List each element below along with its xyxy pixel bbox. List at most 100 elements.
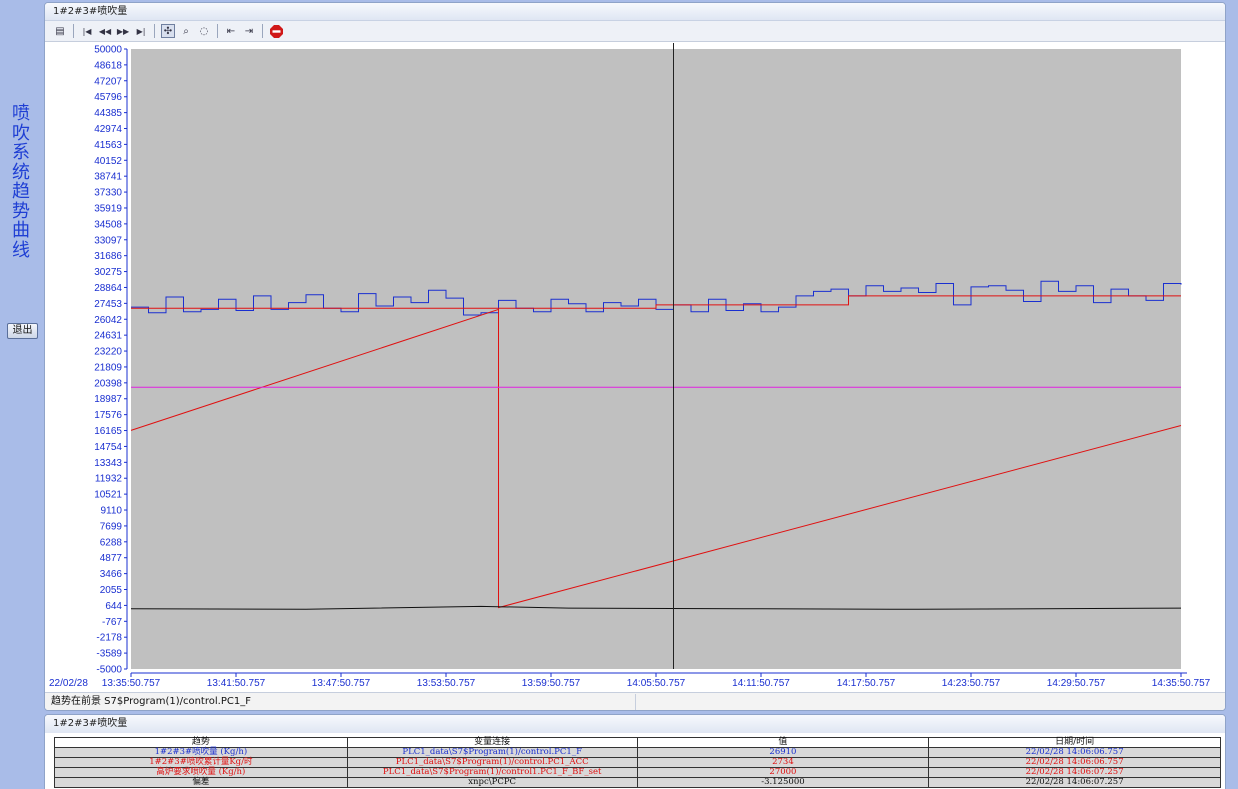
- cell-datetime: 22/02/28 14:06:07.257: [928, 777, 1221, 788]
- y-tick-label: 9110: [100, 506, 122, 517]
- side-title-char: 线: [12, 239, 30, 261]
- header-trend: 趋势: [54, 737, 348, 748]
- reset-zoom-icon[interactable]: ◌: [197, 24, 211, 38]
- forward-icon[interactable]: ▶▶: [116, 24, 130, 38]
- x-tick-label: 13:41:50.757: [207, 678, 266, 689]
- y-tick-label: 35919: [94, 203, 122, 214]
- status-divider: [635, 694, 636, 710]
- cell-value: 2734: [636, 757, 930, 768]
- side-title-char: 系: [12, 142, 30, 163]
- y-tick-label: 31686: [94, 251, 122, 262]
- side-title-char: 势: [12, 200, 30, 222]
- exit-button[interactable]: 退出: [7, 323, 38, 339]
- last-icon[interactable]: ▶|: [134, 24, 148, 38]
- first-icon[interactable]: |◀: [80, 24, 94, 38]
- y-tick-label: 20398: [94, 378, 122, 389]
- x-tick-label: 14:05:50.757: [627, 678, 686, 689]
- y-tick-label: 3466: [100, 569, 123, 580]
- y-tick-label: 27453: [94, 299, 122, 310]
- move-left-icon[interactable]: ⇤: [224, 24, 238, 38]
- y-tick-label: 37330: [94, 188, 122, 199]
- status-text: 趋势在前景 S7$Program(1)/control.PC1_F: [51, 696, 251, 707]
- y-tick-label: 33097: [94, 235, 122, 246]
- y-tick-label: 23220: [94, 347, 122, 358]
- header-value: 值: [636, 737, 930, 748]
- toolbar-separator: [73, 24, 74, 38]
- status-bar: 趋势在前景 S7$Program(1)/control.PC1_F: [45, 692, 1225, 710]
- y-tick-label: 17576: [94, 410, 122, 421]
- cell-datetime: 22/02/28 14:06:06.757: [928, 757, 1221, 768]
- header-datetime: 日期/时间: [928, 737, 1221, 748]
- y-tick-label: 4877: [100, 553, 123, 564]
- y-tick-label: -767: [102, 617, 122, 628]
- x-tick-label: 14:29:50.757: [1047, 678, 1106, 689]
- y-tick-label: 2055: [100, 585, 123, 596]
- move-right-icon[interactable]: ⇥: [242, 24, 256, 38]
- y-tick-label: -3589: [96, 649, 122, 660]
- side-title-char: 统: [12, 161, 30, 183]
- y-tick-label: 6288: [100, 537, 123, 548]
- trend-chart-svg[interactable]: 50000 48618 47207 45796 44385 42974 41563 40152…: [45, 43, 1226, 691]
- cell-trend: 1#2#3#喷吹量 (Kg/h): [54, 747, 348, 758]
- y-tick-label: 42974: [94, 124, 122, 135]
- zoom-icon[interactable]: ⌕: [179, 24, 193, 38]
- y-tick-label: 26042: [94, 315, 122, 326]
- toolbar-separator: [262, 24, 263, 38]
- cell-link: PLC1_data\S7$Program(1)/control.PC1_F: [346, 747, 638, 758]
- y-tick-label: -5000: [96, 665, 122, 676]
- trend-window: 1#2#3#喷吹量 ▤ |◀ ◀◀ ▶▶ ▶| ✣ ⌕ ◌ ⇤ ⇥ 50000 48618 47207…: [44, 2, 1226, 711]
- cell-link: PLC1_data\S7$Program(1)/control1.PC1_F_B…: [346, 767, 638, 778]
- y-tick-label: 21809: [94, 362, 122, 373]
- table-row[interactable]: 1#2#3#喷吹累计量Kg/时 PLC1_data\S7$Program(1)/c…: [54, 757, 1221, 768]
- start-stop-icon[interactable]: ✣: [161, 24, 175, 38]
- side-title-char: 趋: [12, 181, 30, 202]
- y-tick-label: 16165: [94, 426, 122, 437]
- cell-trend: 1#2#3#喷吹累计量Kg/时: [54, 757, 348, 768]
- table-window-title: 1#2#3#喷吹量: [45, 715, 1225, 733]
- table-row[interactable]: 高炉要求喷吹量 (Kg/h) PLC1_data\S7$Program(1)/co…: [54, 767, 1221, 778]
- y-tick-label: 47207: [94, 76, 122, 87]
- x-tick-label: 13:35:50.757: [102, 678, 161, 689]
- x-tick-label: 13:59:50.757: [522, 678, 581, 689]
- cell-value: 26910: [636, 747, 930, 758]
- x-date-label: 22/02/28: [49, 678, 88, 689]
- cell-datetime: 22/02/28 14:06:06.757: [928, 747, 1221, 758]
- side-title-char: 喷: [12, 103, 30, 124]
- toolbar-separator: [154, 24, 155, 38]
- y-tick-label: 44385: [94, 108, 122, 119]
- trend-window-title: 1#2#3#喷吹量: [45, 3, 1225, 21]
- y-tick-label: 644: [105, 601, 122, 612]
- trend-chart[interactable]: 50000 48618 47207 45796 44385 42974 41563 40152…: [45, 43, 1226, 691]
- header-link: 变量连接: [346, 737, 638, 748]
- y-tick-label: 30275: [94, 267, 122, 278]
- table-row[interactable]: 1#2#3#喷吹量 (Kg/h) PLC1_data\S7$Program(1)/…: [54, 747, 1221, 758]
- x-tick-label: 14:11:50.757: [732, 678, 790, 689]
- side-title: 喷吹系统趋势曲线: [6, 104, 36, 260]
- value-table: 趋势 变量连接 值 日期/时间 1#2#3#喷吹量 (Kg/h) PLC1_dat…: [54, 737, 1221, 788]
- y-tick-label: 48618: [94, 60, 122, 71]
- side-title-char: 曲: [12, 220, 30, 241]
- cell-link: PLC1_data\S7$Program(1)/control.PC1_ACC: [346, 757, 638, 768]
- trend-toolbar: ▤ |◀ ◀◀ ▶▶ ▶| ✣ ⌕ ◌ ⇤ ⇥: [45, 21, 1225, 42]
- y-tick-label: 18987: [94, 394, 122, 405]
- table-header-row: 趋势 变量连接 值 日期/时间: [54, 737, 1221, 748]
- config-icon[interactable]: ▤: [53, 24, 67, 38]
- rewind-icon[interactable]: ◀◀: [98, 24, 112, 38]
- y-tick-label: 10521: [94, 490, 122, 501]
- y-tick-label: 28864: [94, 283, 122, 294]
- cell-trend: 偏差: [54, 777, 348, 788]
- table-row[interactable]: 偏差 xnpc\PCPC -3.125000 22/02/28 14:06:07.25…: [54, 777, 1221, 788]
- y-tick-label: 7699: [100, 521, 123, 532]
- plot-background: [131, 49, 1181, 669]
- stop-icon[interactable]: [269, 24, 283, 38]
- y-tick-label: 40152: [94, 156, 122, 167]
- cell-value: -3.125000: [636, 777, 930, 788]
- y-tick-label: -2178: [96, 633, 122, 644]
- x-tick-label: 14:35:50.757: [1152, 678, 1211, 689]
- y-tick-label: 34508: [94, 219, 122, 230]
- y-tick-label: 14754: [94, 442, 122, 453]
- x-tick-label: 13:53:50.757: [417, 678, 476, 689]
- y-tick-label: 41563: [94, 140, 122, 151]
- side-title-char: 吹: [12, 122, 30, 144]
- cell-link: xnpc\PCPC: [346, 777, 638, 788]
